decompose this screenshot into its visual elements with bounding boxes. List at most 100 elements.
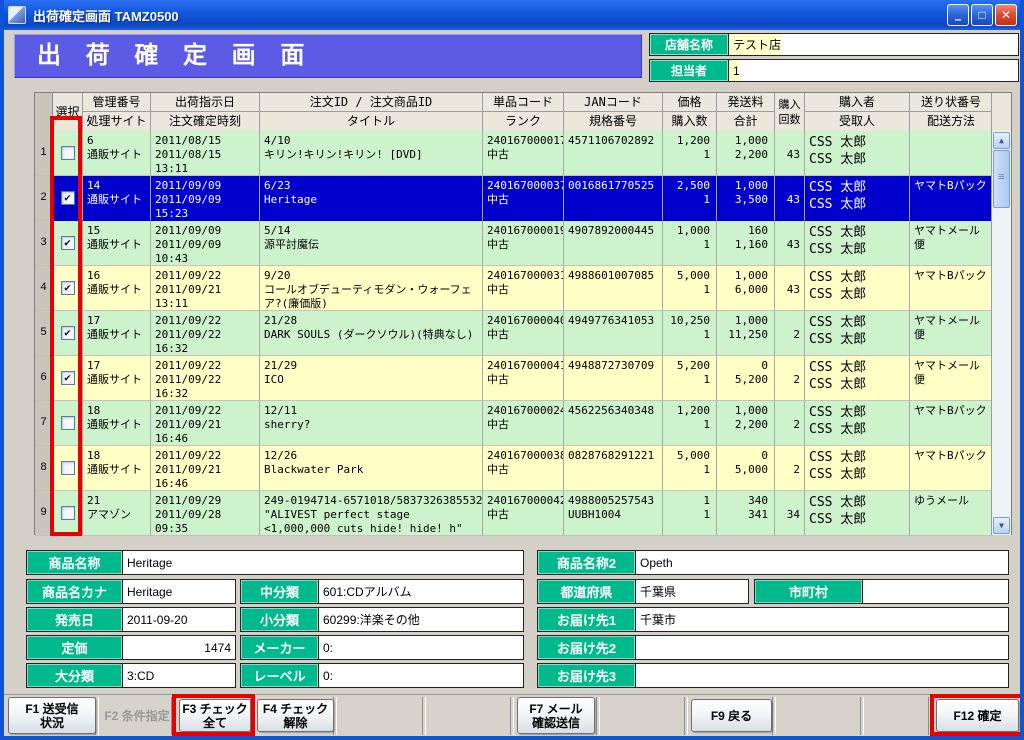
mgmt-cell: 18通販サイト — [83, 401, 151, 446]
purchase-count-cell: 43 — [775, 131, 805, 176]
col-header-jan: JANコード規格番号 — [564, 93, 663, 131]
col-header-order: 注文ID / 注文商品IDタイトル — [260, 93, 483, 131]
row-select-cell[interactable]: ✔ — [53, 311, 83, 356]
row-select-cell[interactable] — [53, 131, 83, 176]
order-row-4[interactable]: 4 ✔ 16通販サイト 2011/09/222011/09/21 13:11 9… — [35, 266, 1011, 311]
row-select-cell[interactable] — [53, 401, 83, 446]
f1-send-receive-status-button[interactable]: F1 送受信 状況 — [8, 697, 96, 734]
delivery-cell: ゆうメール — [910, 491, 993, 536]
store-name-field[interactable]: テスト店 — [729, 34, 781, 55]
product-name2-field[interactable]: Opeth — [636, 551, 1008, 574]
mid-category-field[interactable]: 601:CDアルバム — [319, 580, 523, 603]
staff-group: 担当者 1 — [649, 59, 1019, 82]
label-group: レーベル 0: — [240, 663, 524, 688]
row-checkbox[interactable]: ✔ — [61, 281, 75, 295]
order-row-5[interactable]: 5 ✔ 17通販サイト 2011/09/222011/09/22 16:32 2… — [35, 311, 1011, 356]
row-select-cell[interactable]: ✔ — [53, 356, 83, 401]
item-code-cell: 240167000037中古 — [483, 176, 564, 221]
order-row-3[interactable]: 3 ✔ 15通販サイト 2011/09/092011/09/09 10:43 5… — [35, 221, 1011, 266]
minimize-button[interactable]: – — [947, 4, 969, 26]
row-select-cell[interactable] — [53, 491, 83, 536]
item-code-cell: 240167000024中古 — [483, 401, 564, 446]
sub-category-field[interactable]: 60299:洋楽その他 — [319, 608, 523, 631]
order-row-7[interactable]: 7 18通販サイト 2011/09/222011/09/21 16:46 12/… — [35, 401, 1011, 446]
row-checkbox[interactable] — [61, 506, 75, 520]
col-header-count: 購入 回数 — [775, 93, 805, 131]
label-field[interactable]: 0: — [319, 664, 523, 687]
price-cell: 5,0001 — [663, 446, 717, 491]
row-checkbox[interactable]: ✔ — [61, 326, 75, 340]
release-date-label: 発売日 — [27, 608, 123, 631]
row-select-cell[interactable]: ✔ — [53, 176, 83, 221]
scrollbar-thumb[interactable] — [993, 150, 1010, 208]
row-number: 2 — [35, 176, 53, 221]
close-button[interactable]: ✕ — [995, 4, 1017, 26]
order-row-6[interactable]: 6 ✔ 17通販サイト 2011/09/222011/09/22 16:32 2… — [35, 356, 1011, 401]
product-name-label: 商品名称 — [27, 551, 123, 574]
row-checkbox[interactable] — [61, 461, 75, 475]
item-code-cell: 240167000041中古 — [483, 356, 564, 401]
prefecture-field[interactable]: 千葉県 — [636, 580, 748, 603]
purchase-count-cell: 43 — [775, 266, 805, 311]
price-cell: 10,2501 — [663, 311, 717, 356]
price-cell: 1,0001 — [663, 221, 717, 266]
item-code-cell: 240167000038中古 — [483, 446, 564, 491]
maximize-button[interactable]: □ — [971, 4, 993, 26]
app-icon — [8, 6, 26, 24]
product-kana-field[interactable]: Heritage — [123, 580, 235, 603]
col-header-mgmt: 管理番号処理サイト — [83, 93, 151, 131]
date-cell: 2011/09/222011/09/21 16:46 — [151, 446, 260, 491]
row-checkbox[interactable] — [61, 146, 75, 160]
row-checkbox[interactable]: ✔ — [61, 371, 75, 385]
row-select-cell[interactable]: ✔ — [53, 266, 83, 311]
delivery-cell: ヤマトメール便 — [910, 356, 993, 401]
f7-mail-confirm-send-button[interactable]: F7 メール 確認送信 — [517, 697, 595, 734]
f4-uncheck-button[interactable]: F4 チェック解除 — [257, 699, 334, 732]
scroll-down-icon[interactable]: ▼ — [993, 517, 1010, 534]
f9-back-button[interactable]: F9 戻る — [691, 699, 772, 732]
delivery-cell: ヤマトBパック — [910, 266, 993, 311]
order-row-8[interactable]: 8 18通販サイト 2011/09/222011/09/21 16:46 12/… — [35, 446, 1011, 491]
buyer-cell: CSS 太郎CSS 太郎 — [805, 356, 910, 401]
address2-field[interactable] — [636, 636, 1008, 659]
f2-condition-button: F2 条件指定 — [100, 697, 174, 734]
address1-field[interactable]: 千葉市 — [636, 608, 1008, 631]
staff-field[interactable]: 1 — [729, 60, 740, 81]
order-title-cell: 5/14源平討魔伝 — [260, 221, 483, 266]
prefecture-label: 都道府県 — [538, 580, 636, 603]
mid-category-label: 中分類 — [241, 580, 319, 603]
purchase-count-cell: 2 — [775, 446, 805, 491]
vertical-scrollbar[interactable]: ▲ ▼ — [991, 131, 1011, 535]
jan-code-cell: 4948872730709 — [564, 356, 663, 401]
f12-confirm-button[interactable]: F12 確定 — [936, 699, 1019, 732]
major-category-label: 大分類 — [27, 664, 123, 687]
order-title-cell: 249-0194714-6571018/58373263855326"ALIVE… — [260, 491, 483, 536]
row-checkbox[interactable]: ✔ — [61, 191, 75, 205]
scroll-up-icon[interactable]: ▲ — [993, 132, 1010, 149]
buyer-cell: CSS 太郎CSS 太郎 — [805, 221, 910, 266]
order-title-cell: 12/26Blackwater Park — [260, 446, 483, 491]
row-select-cell[interactable] — [53, 446, 83, 491]
jan-code-cell: 4562256340348 — [564, 401, 663, 446]
col-header-select: 選択 — [53, 93, 83, 131]
order-row-9[interactable]: 9 21アマゾン 2011/09/292011/09/28 09:35 249-… — [35, 491, 1011, 536]
major-category-field[interactable]: 3:CD — [123, 664, 235, 687]
row-checkbox[interactable]: ✔ — [61, 236, 75, 250]
product-name-field[interactable]: Heritage — [123, 551, 523, 574]
f3-check-all-button[interactable]: F3 チェック全て — [179, 699, 251, 732]
mgmt-cell: 18通販サイト — [83, 446, 151, 491]
purchase-count-cell: 43 — [775, 176, 805, 221]
row-select-cell[interactable]: ✔ — [53, 221, 83, 266]
order-row-2[interactable]: 2 ✔ 14通販サイト 2011/09/092011/09/09 15:23 6… — [35, 176, 1011, 221]
city-field[interactable] — [863, 580, 1008, 603]
price-cell: 5,2001 — [663, 356, 717, 401]
product-name2-label: 商品名称2 — [538, 551, 636, 574]
maker-field[interactable]: 0: — [319, 636, 523, 659]
address3-field[interactable] — [636, 664, 1008, 687]
purchase-count-cell: 34 — [775, 491, 805, 536]
release-date-field[interactable]: 2011-09-20 — [123, 608, 235, 631]
delivery-cell: ヤマトBパック — [910, 401, 993, 446]
row-checkbox[interactable] — [61, 416, 75, 430]
list-price-field[interactable]: 1474 — [123, 636, 235, 659]
order-row-1[interactable]: 1 6通販サイト 2011/08/152011/08/15 13:11 4/10… — [35, 131, 1011, 176]
